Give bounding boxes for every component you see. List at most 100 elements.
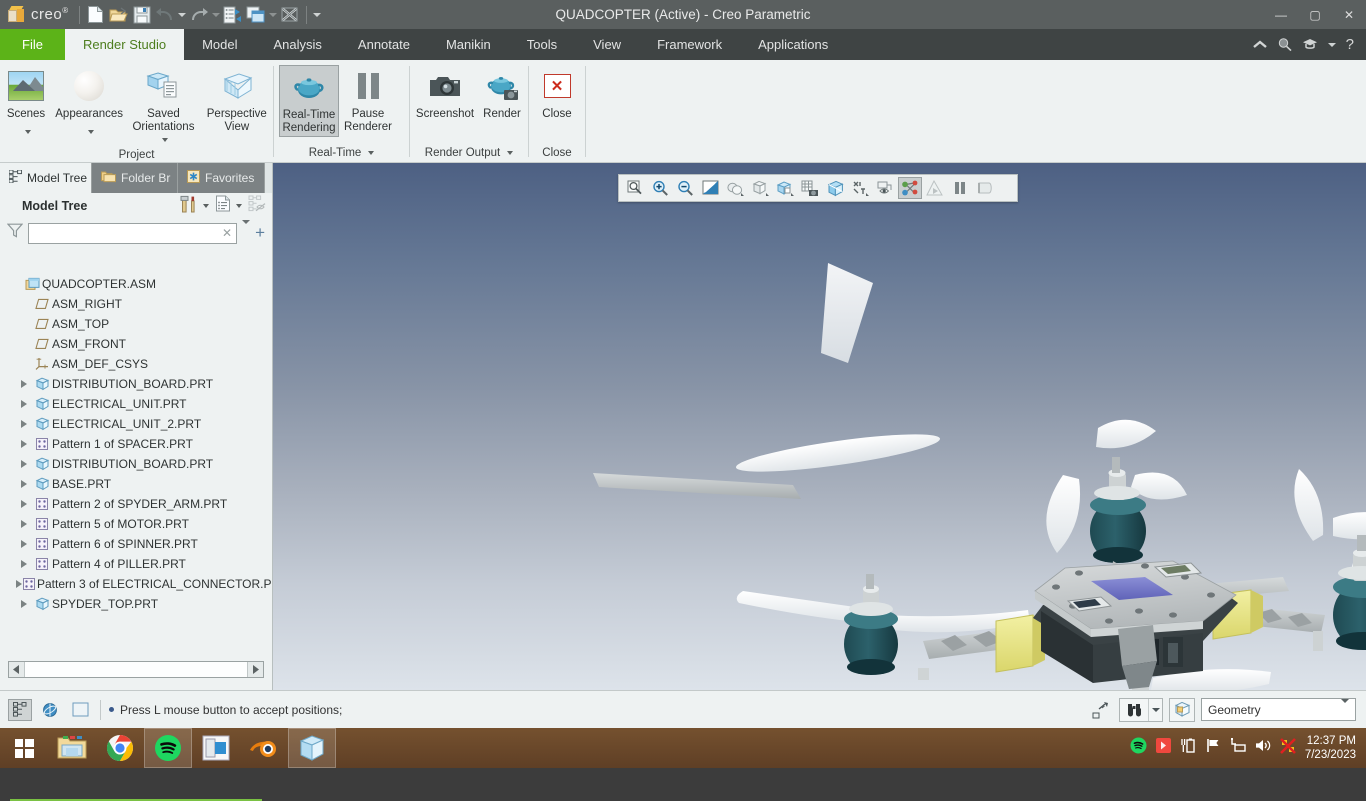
redo-dropdown-icon[interactable] xyxy=(211,4,221,26)
scenes-dropdown-icon[interactable] xyxy=(22,121,31,139)
ribbon-group-real-time-label[interactable]: Real-Time xyxy=(274,143,409,162)
expand-arrow-icon[interactable] xyxy=(16,440,32,448)
model-tree-display-dropdown-icon[interactable] xyxy=(236,204,242,208)
tab-annotate[interactable]: Annotate xyxy=(340,29,428,60)
display-style-cube-icon[interactable] xyxy=(748,177,772,199)
window-switch-icon[interactable] xyxy=(245,4,267,26)
real-time-group-dropdown-icon[interactable] xyxy=(368,150,375,155)
tree-item[interactable]: ELECTRICAL_UNIT_2.PRT xyxy=(0,414,272,434)
battery-icon[interactable] xyxy=(1180,738,1197,758)
redo-icon[interactable] xyxy=(188,4,210,26)
tree-item[interactable]: Pattern 6 of SPINNER.PRT xyxy=(0,534,272,554)
scenes-button[interactable]: Scenes xyxy=(0,65,52,141)
pause-renderer-button[interactable]: Pause Renderer xyxy=(339,65,397,135)
chevron-down-icon[interactable] xyxy=(1327,42,1336,47)
zoom-fit-icon[interactable] xyxy=(623,177,647,199)
flag-icon[interactable] xyxy=(1206,738,1221,758)
expand-arrow-icon[interactable] xyxy=(16,380,32,388)
expand-arrow-icon[interactable] xyxy=(16,540,32,548)
spin-center-icon[interactable] xyxy=(873,177,897,199)
tree-item[interactable]: Pattern 4 of PILLER.PRT xyxy=(0,554,272,574)
browser-toggle-button[interactable] xyxy=(38,699,62,721)
help-icon[interactable]: ? xyxy=(1346,36,1354,53)
open-file-icon[interactable] xyxy=(108,4,130,26)
tree-item[interactable]: SPYDER_TOP.PRT xyxy=(0,594,272,611)
appearances-dropdown-icon[interactable] xyxy=(85,121,94,139)
minimize-button[interactable]: — xyxy=(1264,0,1298,29)
scene-camera-icon[interactable] xyxy=(798,177,822,199)
model-tree-horizontal-scrollbar[interactable] xyxy=(8,661,264,678)
close-render-studio-button[interactable]: ✕ Close xyxy=(531,65,583,123)
filter-dropdown-icon[interactable] xyxy=(242,220,251,242)
model-tree-toggle-button[interactable] xyxy=(8,698,32,721)
tree-item[interactable]: Pattern 2 of SPYDER_ARM.PRT xyxy=(0,494,272,514)
undo-icon[interactable] xyxy=(154,4,176,26)
view-manager-cube-icon[interactable] xyxy=(823,177,847,199)
search-tool-button[interactable] xyxy=(1119,697,1163,722)
tree-item[interactable]: ASM_RIGHT xyxy=(0,294,272,314)
graduation-cap-icon[interactable] xyxy=(1302,38,1318,51)
datum-display-icon[interactable] xyxy=(723,177,747,199)
tree-item[interactable]: ASM_TOP xyxy=(0,314,272,334)
ribbon-group-render-output-label[interactable]: Render Output xyxy=(410,143,528,162)
annotation-display-icon[interactable] xyxy=(848,177,872,199)
quick-select-icon[interactable] xyxy=(1087,698,1113,722)
spotify-tray-icon[interactable] xyxy=(1130,737,1147,759)
pause-render-icon[interactable] xyxy=(948,177,972,199)
graphics-viewport[interactable] xyxy=(273,163,1366,690)
search-icon[interactable] xyxy=(1277,37,1292,52)
regenerate-cube-icon[interactable] xyxy=(1169,697,1195,722)
scroll-right-button[interactable] xyxy=(247,662,263,677)
model-tree-hide-items-button[interactable] xyxy=(248,195,266,217)
real-time-rendering-button[interactable]: Real-Time Rendering xyxy=(279,65,339,137)
clear-search-icon[interactable]: ✕ xyxy=(222,226,232,240)
expand-arrow-icon[interactable] xyxy=(16,460,32,468)
tree-item[interactable]: BASE.PRT xyxy=(0,474,272,494)
expand-arrow-icon[interactable] xyxy=(16,420,32,428)
recording-icon[interactable] xyxy=(1155,738,1171,758)
expand-arrow-icon[interactable] xyxy=(16,480,32,488)
tree-item[interactable]: ELECTRICAL_UNIT.PRT xyxy=(0,394,272,414)
tree-item[interactable]: DISTRIBUTION_BOARD.PRT xyxy=(0,454,272,474)
windows-start-icon[interactable] xyxy=(0,728,48,768)
undo-dropdown-icon[interactable] xyxy=(177,4,187,26)
tab-file[interactable]: File xyxy=(0,29,65,60)
model-tree-settings-dropdown-icon[interactable] xyxy=(203,204,209,208)
expand-arrow-icon[interactable] xyxy=(16,520,32,528)
tab-applications[interactable]: Applications xyxy=(740,29,846,60)
stop-render-icon[interactable] xyxy=(973,177,997,199)
window-switch-dropdown-icon[interactable] xyxy=(268,4,278,26)
new-file-icon[interactable] xyxy=(85,4,107,26)
expand-arrow-icon[interactable] xyxy=(16,600,32,608)
screenshot-button[interactable]: Screenshot xyxy=(414,65,476,123)
tree-item[interactable]: Pattern 5 of MOTOR.PRT xyxy=(0,514,272,534)
close-window-icon[interactable] xyxy=(279,4,301,26)
render-button[interactable]: Render xyxy=(476,65,528,123)
scroll-left-button[interactable] xyxy=(9,662,25,677)
render-output-group-dropdown-icon[interactable] xyxy=(507,150,514,155)
taskbar-clock[interactable]: 12:37 PM 7/23/2023 xyxy=(1305,734,1356,762)
add-filter-icon[interactable]: + xyxy=(255,224,265,241)
tree-item[interactable]: DISTRIBUTION_BOARD.PRT xyxy=(0,374,272,394)
play-render-icon[interactable] xyxy=(923,177,947,199)
tab-render-studio[interactable]: Render Studio xyxy=(64,29,185,60)
save-icon[interactable] xyxy=(131,4,153,26)
perspective-view-button[interactable]: Perspective View xyxy=(201,65,273,135)
regenerate-icon[interactable] xyxy=(222,4,244,26)
search-tool-dropdown-icon[interactable] xyxy=(1148,698,1162,721)
spotify-icon[interactable] xyxy=(144,728,192,768)
saved-orientations-view-icon[interactable] xyxy=(773,177,797,199)
appearances-button[interactable]: Appearances xyxy=(52,65,126,141)
window-app-icon[interactable] xyxy=(192,728,240,768)
model-tree-search-field[interactable]: ✕ xyxy=(28,222,238,244)
filter-funnel-icon[interactable] xyxy=(6,223,24,243)
tab-view[interactable]: View xyxy=(575,29,639,60)
creo-cube-icon[interactable] xyxy=(288,728,336,768)
tree-item[interactable]: Pattern 1 of SPACER.PRT xyxy=(0,434,272,454)
tab-tools[interactable]: Tools xyxy=(509,29,575,60)
blender-icon[interactable] xyxy=(240,728,288,768)
collapse-ribbon-icon[interactable] xyxy=(1252,40,1267,49)
search-input[interactable] xyxy=(33,226,222,240)
tab-manikin[interactable]: Manikin xyxy=(428,29,509,60)
model-tree-settings-button[interactable] xyxy=(180,195,209,218)
